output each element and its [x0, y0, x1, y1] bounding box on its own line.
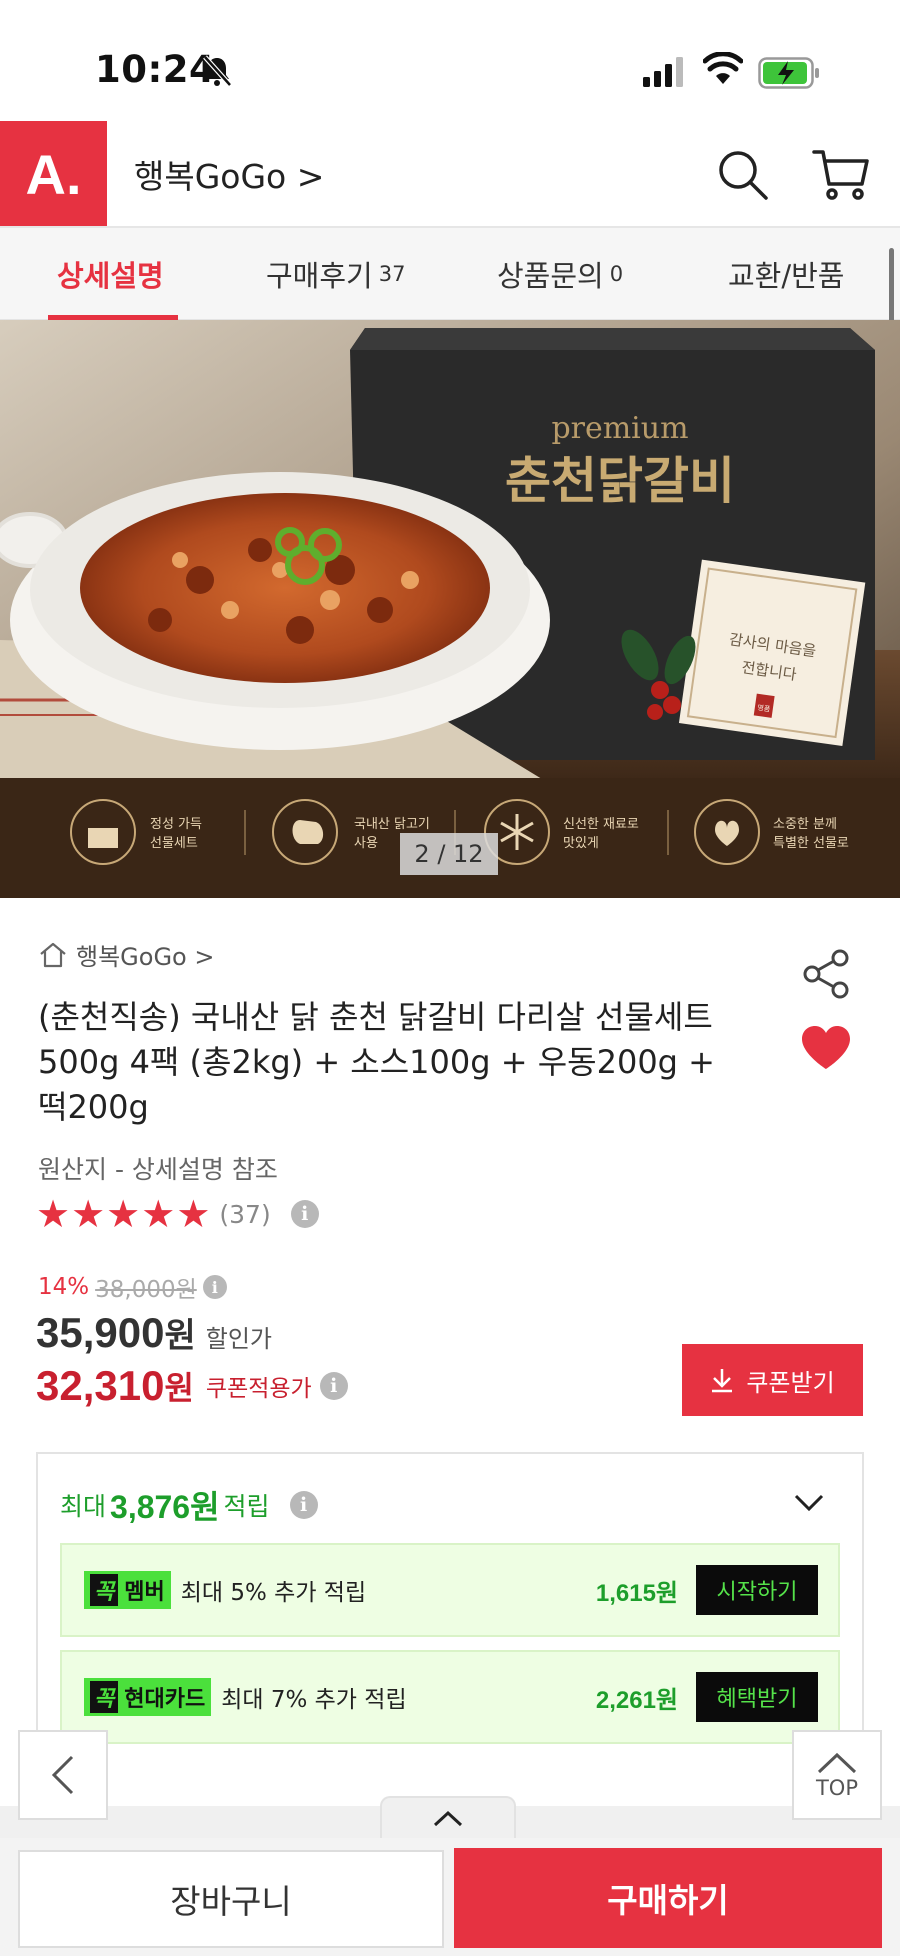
gift-icon [88, 828, 118, 848]
sale-price-unit: 원 [164, 1316, 196, 1356]
badge-label: 현대카드 [124, 1687, 206, 1712]
feature-1-line1: 정성 가득 [150, 817, 202, 832]
tab-label: 구매후기 [266, 259, 373, 293]
info-icon[interactable]: i [290, 1200, 319, 1228]
product-image-carousel[interactable]: premium 춘천닭갈비 감사의 마음을 전합니다 명품 정성 가득 선물세트… [0, 320, 900, 898]
bag-text-main: 춘천닭갈비 [505, 451, 735, 510]
points-suffix: 적립 [223, 1492, 270, 1521]
bag-text-top: premium [551, 411, 688, 446]
coupon-price-row: 32,310 원 쿠폰적용가 i [36, 1362, 348, 1410]
feature-2-line2: 사용 [354, 836, 378, 851]
benefit-get-button[interactable]: 혜택받기 [696, 1672, 818, 1722]
benefit-text: 최대 5% 추가 적립 [180, 1580, 367, 1606]
image-pager: 2 / 12 [400, 833, 498, 875]
tab-count: 37 [378, 262, 406, 286]
wifi-icon [703, 52, 743, 84]
back-button[interactable] [18, 1730, 108, 1820]
battery-charging-icon [758, 57, 819, 89]
star-icon: ★ [106, 1192, 141, 1236]
card-stamp: 명품 [757, 703, 772, 714]
chevron-up-icon [817, 1752, 857, 1774]
add-to-cart-button[interactable]: 장바구니 [18, 1850, 444, 1948]
feature-4-line2: 특별한 선물로 [773, 836, 849, 851]
discount-rate: 14% [38, 1274, 90, 1300]
chevron-left-icon [51, 1755, 74, 1795]
badge-mark: 꼭 [90, 1681, 119, 1713]
tab-count: 0 [609, 262, 624, 286]
feature-4-line1: 소중한 분께 [773, 817, 837, 832]
tab-label: 상세설명 [57, 259, 164, 293]
feature-3-line1: 신선한 재료로 [563, 817, 639, 832]
tab-exchange-return[interactable]: 교환/반품 [728, 228, 845, 320]
benefit-badge: 꼭 현대카드 [84, 1678, 212, 1716]
info-icon[interactable]: i [202, 1275, 227, 1299]
wishlist-heart-icon[interactable] [800, 1025, 852, 1071]
benefit-hyundai-card: 꼭 현대카드 최대 7% 추가 적립 2,261원 혜택받기 [60, 1650, 840, 1744]
benefit-start-button[interactable]: 시작하기 [696, 1565, 818, 1615]
discount-row: 14% 38,000원 i [38, 1270, 227, 1304]
chevron-up-icon [433, 1810, 463, 1827]
points-summary[interactable]: 최대 3,876원 적립 i [60, 1482, 318, 1528]
tab-detail[interactable]: 상세설명 [57, 228, 164, 320]
sale-price-row: 35,900 원 할인가 [36, 1308, 272, 1357]
benefit-member: 꼭 멤버 최대 5% 추가 적립 1,615원 시작하기 [60, 1543, 840, 1637]
product-title: (춘천직송) 국내산 닭 춘천 닭갈비 다리살 선물세트 500g 4팩 (총2… [38, 998, 715, 1126]
rating[interactable]: ★ ★ ★ ★ ★ (37) i [36, 1195, 319, 1233]
top-label: TOP [815, 1776, 859, 1800]
breadcrumb[interactable]: 행복GoGo > [38, 937, 214, 972]
star-icon: ★ [176, 1192, 211, 1236]
star-icon: ★ [141, 1192, 176, 1236]
tab-label: 상품문의 [497, 259, 604, 293]
coupon-download-button[interactable]: 쿠폰받기 [682, 1344, 863, 1416]
home-icon [40, 942, 66, 967]
badge-label: 멤버 [124, 1580, 165, 1605]
cellular-signal-icon [643, 57, 683, 87]
scrollbar[interactable] [889, 248, 894, 328]
buy-now-button[interactable]: 구매하기 [454, 1848, 882, 1948]
download-icon [712, 1369, 733, 1393]
bell-muted-icon [203, 55, 232, 87]
chevron-down-icon[interactable] [792, 1490, 826, 1516]
coupon-button-label: 쿠폰받기 [746, 1368, 835, 1397]
benefit-text: 최대 7% 추가 적립 [221, 1687, 407, 1713]
chicken-icon [292, 820, 324, 844]
tab-label: 교환/반품 [728, 259, 845, 293]
benefit-amount: 2,261원 [595, 1686, 678, 1714]
star-icon: ★ [71, 1192, 106, 1236]
sale-price-label: 할인가 [205, 1325, 272, 1353]
feature-3-line2: 맛있게 [563, 836, 599, 851]
product-origin: 원산지 - 상세설명 참조 [38, 1155, 278, 1184]
benefit-amount: 1,615원 [595, 1579, 678, 1607]
star-icon: ★ [36, 1192, 71, 1236]
info-icon[interactable]: i [319, 1372, 348, 1400]
breadcrumb-store[interactable]: 행복GoGo > [76, 937, 214, 972]
feature-1-line2: 선물세트 [150, 836, 198, 851]
points-prefix: 최대 [60, 1492, 107, 1521]
info-icon[interactable]: i [289, 1491, 318, 1519]
coupon-price-label: 쿠폰적용가 [205, 1376, 312, 1402]
sale-price: 35,900 [36, 1309, 165, 1356]
feature-2-line1: 국내산 닭고기 [354, 817, 430, 832]
expand-options-tab[interactable] [380, 1796, 516, 1840]
store-title-link[interactable]: 행복GoGo > [134, 150, 324, 198]
tab-inquiries[interactable]: 상품문의 0 [497, 228, 623, 320]
points-amount: 3,876원 [110, 1489, 220, 1525]
cart-icon[interactable] [812, 148, 870, 202]
scroll-top-button[interactable]: TOP [792, 1730, 882, 1820]
coupon-price: 32,310 [36, 1362, 165, 1409]
detail-tabs: 상세설명 구매후기 37 상품문의 0 교환/반품 [0, 228, 900, 320]
benefit-badge: 꼭 멤버 [84, 1571, 171, 1609]
app-logo[interactable]: A. [0, 121, 107, 227]
product-photo: premium 춘천닭갈비 감사의 마음을 전합니다 명품 정성 가득 선물세트… [0, 320, 900, 898]
badge-mark: 꼭 [90, 1574, 119, 1606]
review-count[interactable]: (37) [219, 1200, 270, 1229]
share-icon[interactable] [800, 948, 852, 1000]
coupon-price-unit: 원 [164, 1369, 194, 1407]
status-time: 10:24 [95, 48, 216, 91]
search-icon[interactable] [716, 148, 770, 202]
tab-reviews[interactable]: 구매후기 37 [266, 228, 405, 320]
original-price: 38,000원 [95, 1277, 197, 1303]
